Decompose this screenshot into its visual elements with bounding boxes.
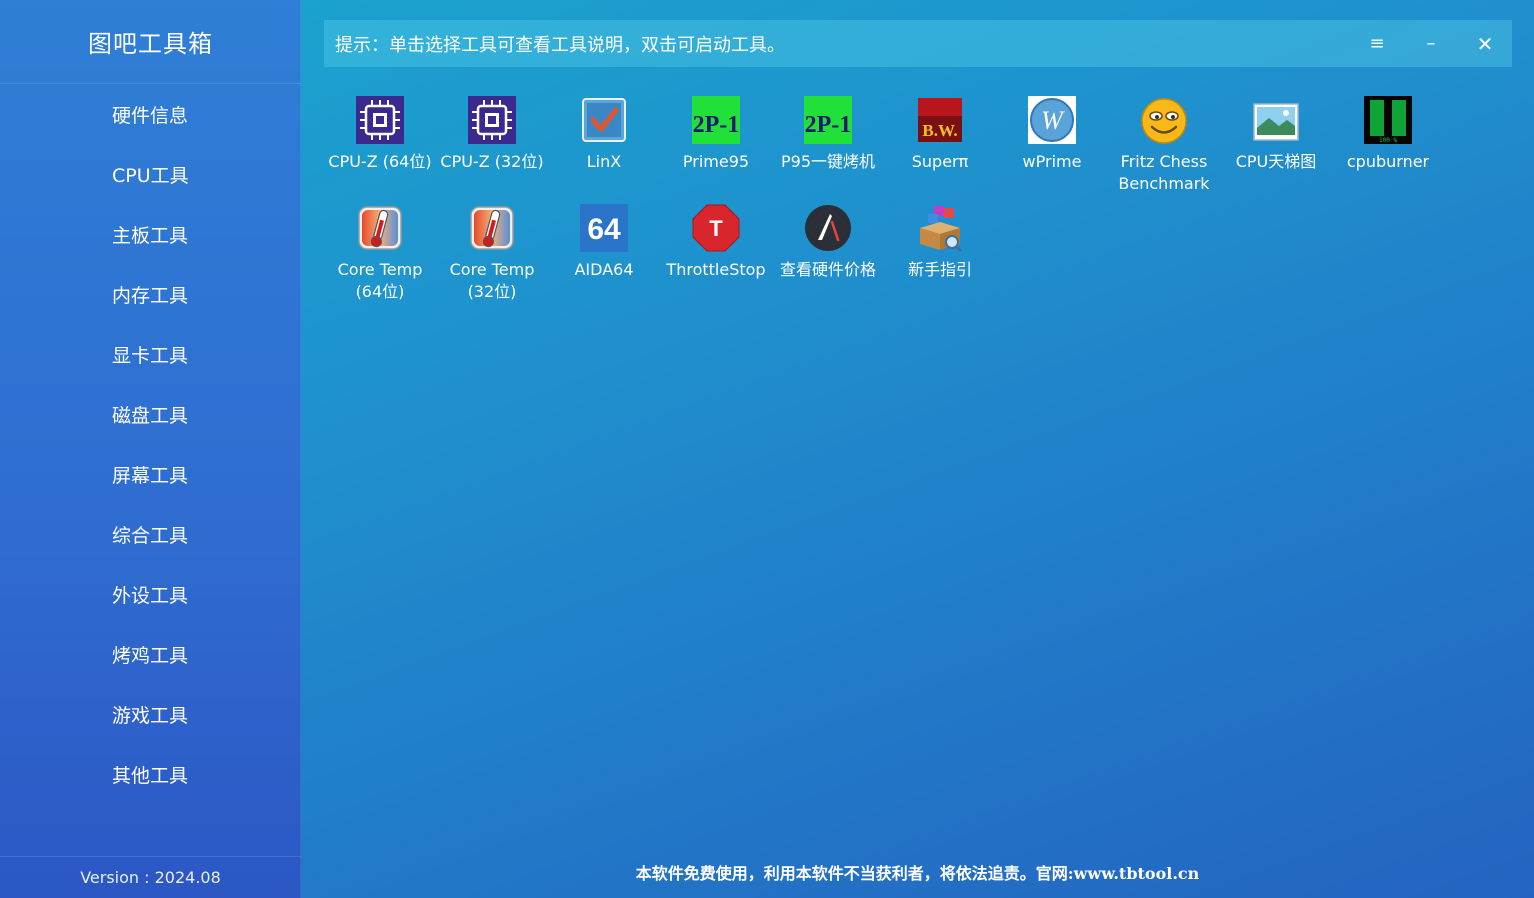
tool-aida64[interactable]: 64 AIDA64 — [548, 204, 660, 308]
tool-label: Prime95 — [682, 152, 750, 171]
sidebar-item-comprehensive-tools[interactable]: 综合工具 — [0, 504, 301, 564]
superpi-icon: B.W. — [916, 96, 964, 144]
prime95-icon-text: 2P-1 — [805, 112, 852, 138]
close-button[interactable]: ✕ — [1465, 20, 1505, 67]
sidebar-item-other-tools[interactable]: 其他工具 — [0, 744, 301, 804]
tool-cpuburner[interactable]: 100 % cpuburner — [1332, 96, 1444, 200]
sidebar-item-memory-tools[interactable]: 内存工具 — [0, 264, 301, 324]
tool-superpi[interactable]: B.W. Superπ — [884, 96, 996, 200]
sidebar-nav: 硬件信息 CPU工具 主板工具 内存工具 显卡工具 磁盘工具 屏幕工具 综合工具… — [0, 84, 301, 804]
menu-button[interactable]: ≡ — [1357, 20, 1397, 67]
tool-label: Fritz Chess Benchmark — [1118, 152, 1210, 193]
aida64-icon-text: 64 — [587, 213, 621, 246]
tool-label: LinX — [586, 152, 622, 171]
minimize-icon: – — [1426, 33, 1436, 54]
superpi-icon-text: B.W. — [922, 121, 957, 140]
tool-label: CPU-Z (32位) — [440, 152, 544, 171]
sidebar: 图吧工具箱 硬件信息 CPU工具 主板工具 内存工具 显卡工具 磁盘工具 屏幕工… — [0, 0, 301, 898]
prime95-icon: 2P-1 — [692, 96, 740, 144]
wprime-icon: W — [1028, 96, 1076, 144]
prime95-icon-text: 2P-1 — [693, 112, 740, 138]
wprime-icon-text: W — [1041, 106, 1065, 135]
sidebar-item-motherboard-tools[interactable]: 主板工具 — [0, 204, 301, 264]
stop-sign-icon: T — [692, 204, 740, 252]
version-label: Version : 2024.08 — [0, 856, 301, 898]
tool-cpu-ladder[interactable]: CPU天梯图 — [1220, 96, 1332, 200]
tool-fritz-chess[interactable]: Fritz Chess Benchmark — [1108, 96, 1220, 200]
sidebar-item-hardware-info[interactable]: 硬件信息 — [0, 84, 301, 144]
tool-label: 新手指引 — [907, 260, 972, 279]
tool-label: cpuburner — [1346, 152, 1430, 171]
checkbox-icon — [580, 96, 628, 144]
tool-coretemp-64[interactable]: Core Temp (64位) — [324, 204, 436, 308]
tool-label: ThrottleStop — [666, 260, 766, 279]
sidebar-item-game-tools[interactable]: 游戏工具 — [0, 684, 301, 744]
tool-label: Core Temp (32位) — [449, 260, 535, 301]
cpuburner-icon: 100 % — [1364, 96, 1412, 144]
cpuburner-icon-text: 100 % — [1379, 137, 1397, 144]
guide-box-icon — [916, 204, 964, 252]
tool-prime95[interactable]: 2P-1 Prime95 — [660, 96, 772, 200]
thermometer-icon — [468, 204, 516, 252]
tool-linx[interactable]: LinX — [548, 96, 660, 200]
footer-disclaimer: 本软件免费使用，利用本软件不当获利者，将依法追责。官网:www.tbtool.c… — [635, 864, 1200, 883]
tool-hardware-price[interactable]: 查看硬件价格 — [772, 204, 884, 308]
tool-label: AIDA64 — [574, 260, 634, 279]
tool-cpuz-64[interactable]: CPU-Z (64位) — [324, 96, 436, 200]
tool-label: 查看硬件价格 — [779, 260, 876, 279]
prime95-icon: 2P-1 — [804, 96, 852, 144]
cpu-chip-icon — [356, 96, 404, 144]
smiley-icon — [1140, 96, 1188, 144]
tool-coretemp-32[interactable]: Core Temp (32位) — [436, 204, 548, 308]
hint-bar: 提示：单击选择工具可查看工具说明，双击可启动工具。 ≡ – ✕ — [324, 20, 1512, 67]
menu-icon: ≡ — [1369, 33, 1385, 54]
cpu-chip-icon — [468, 96, 516, 144]
tool-label: Superπ — [911, 152, 969, 171]
tool-label: CPU天梯图 — [1235, 152, 1317, 171]
minimize-button[interactable]: – — [1411, 20, 1451, 67]
tool-label: P95一键烤机 — [780, 152, 875, 171]
tool-beginner-guide[interactable]: 新手指引 — [884, 204, 996, 308]
tool-throttlestop[interactable]: T ThrottleStop — [660, 204, 772, 308]
sidebar-item-stress-tools[interactable]: 烤鸡工具 — [0, 624, 301, 684]
tool-label: Core Temp (64位) — [337, 260, 423, 301]
picture-icon — [1252, 96, 1300, 144]
tool-p95-oneclick[interactable]: 2P-1 P95一键烤机 — [772, 96, 884, 200]
thermometer-icon — [356, 204, 404, 252]
app-title: 图吧工具箱 — [0, 0, 301, 84]
tool-label: wPrime — [1022, 152, 1082, 171]
hint-text: 提示：单击选择工具可查看工具说明，双击可启动工具。 — [335, 34, 785, 56]
sidebar-item-disk-tools[interactable]: 磁盘工具 — [0, 384, 301, 444]
sidebar-item-peripheral-tools[interactable]: 外设工具 — [0, 564, 301, 624]
close-icon: ✕ — [1476, 31, 1494, 56]
stop-sign-icon-text: T — [709, 216, 723, 241]
sidebar-item-gpu-tools[interactable]: 显卡工具 — [0, 324, 301, 384]
sidebar-item-screen-tools[interactable]: 屏幕工具 — [0, 444, 301, 504]
price-icon — [804, 204, 852, 252]
tool-wprime[interactable]: W wPrime — [996, 96, 1108, 200]
sidebar-item-cpu-tools[interactable]: CPU工具 — [0, 144, 301, 204]
tool-cpuz-32[interactable]: CPU-Z (32位) — [436, 96, 548, 200]
tool-label: CPU-Z (64位) — [328, 152, 432, 171]
aida64-icon: 64 — [580, 204, 628, 252]
